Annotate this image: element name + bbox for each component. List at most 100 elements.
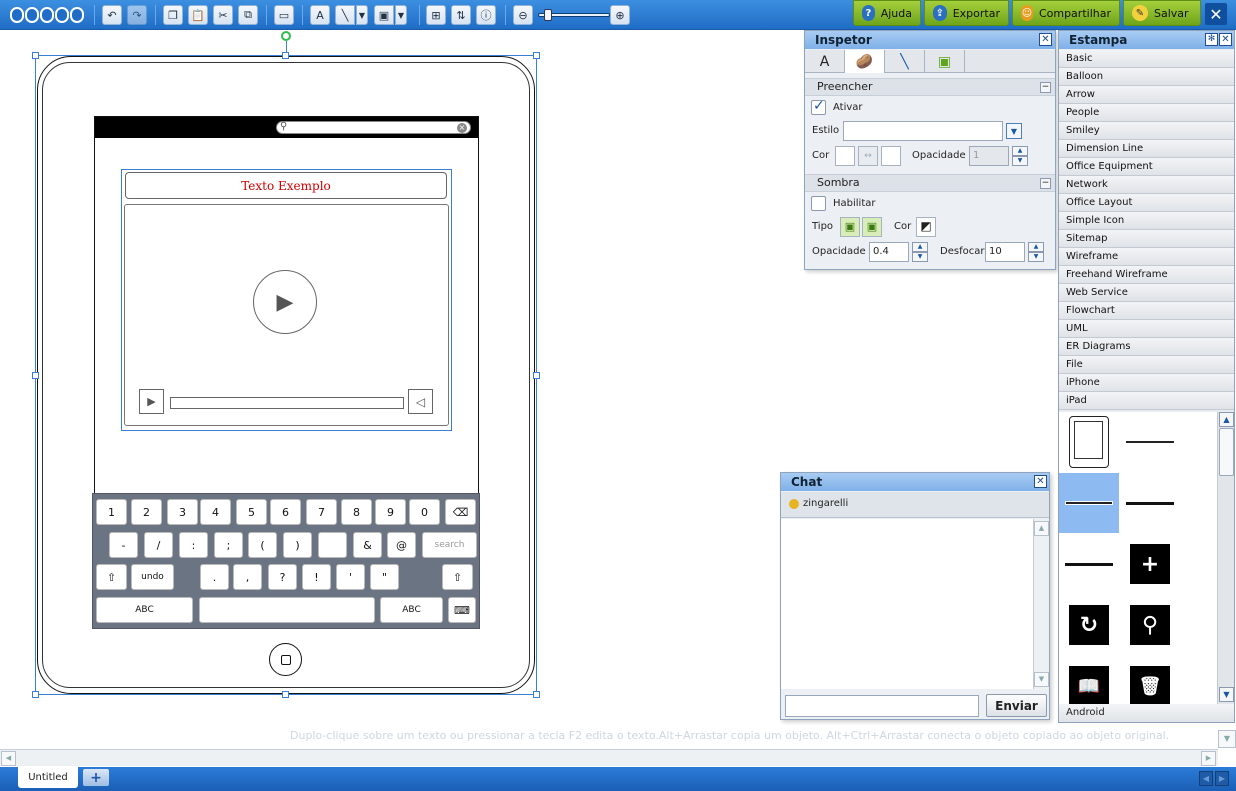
fill-opacity-stepper[interactable]: ▲ ▼ bbox=[1012, 146, 1028, 166]
stencil-search-button[interactable]: ⚲ bbox=[1120, 595, 1180, 655]
collapse-icon[interactable]: − bbox=[1040, 82, 1051, 93]
stencil-plus-button[interactable]: + bbox=[1120, 534, 1180, 594]
scroll-down-icon[interactable]: ▼ bbox=[1219, 687, 1234, 702]
export-button[interactable]: ⇪ Exportar bbox=[924, 0, 1009, 26]
resize-handle-w[interactable] bbox=[32, 372, 39, 379]
scroll-up-icon[interactable]: ▲ bbox=[1034, 521, 1049, 536]
shadow-type-2-icon[interactable]: ▣ bbox=[862, 217, 882, 237]
stencil-category-item[interactable]: Wireframe bbox=[1059, 248, 1234, 266]
stencil-category-item[interactable]: Freehand Wireframe bbox=[1059, 266, 1234, 284]
tab-text[interactable]: A bbox=[805, 50, 845, 73]
stencil-slider[interactable] bbox=[1059, 473, 1119, 533]
fill-color2-swatch[interactable] bbox=[881, 146, 901, 166]
shadow-section-header[interactable]: Sombra − bbox=[805, 174, 1055, 192]
next-sheet-icon[interactable]: ▶ bbox=[1215, 771, 1229, 786]
chat-message-input[interactable] bbox=[785, 695, 979, 717]
share-button[interactable]: ☺ Compartilhar bbox=[1012, 0, 1120, 26]
add-sheet-button[interactable]: + bbox=[83, 769, 109, 786]
group-icon[interactable]: ⊞ bbox=[426, 5, 446, 25]
scroll-down-icon[interactable]: ▼ bbox=[1034, 672, 1049, 687]
video-title[interactable]: Texto Exemplo bbox=[125, 172, 447, 199]
shadow-type-1-icon[interactable]: ▣ bbox=[840, 217, 860, 237]
close-icon[interactable]: ✕ bbox=[1034, 475, 1047, 488]
redo-icon[interactable]: ↷ bbox=[127, 5, 147, 25]
stencil-line[interactable] bbox=[1120, 412, 1180, 472]
stencil-ipad-frame[interactable] bbox=[1059, 412, 1119, 472]
scroll-down-icon[interactable]: ▼ bbox=[1218, 730, 1236, 748]
stencil-category-item[interactable]: People bbox=[1059, 104, 1234, 122]
undo-icon[interactable]: ↶ bbox=[102, 5, 122, 25]
gradient-icon[interactable]: ↔ bbox=[858, 146, 878, 166]
stencil-category-item[interactable]: Dimension Line bbox=[1059, 140, 1234, 158]
mock-search-field[interactable]: ⚲ × bbox=[276, 121, 471, 134]
cut-icon[interactable]: ✂ bbox=[213, 5, 233, 25]
line-dropdown-icon[interactable]: ▼ bbox=[356, 5, 368, 25]
shadow-blur-stepper[interactable]: ▲ ▼ bbox=[1028, 242, 1044, 262]
fill-color-swatch[interactable] bbox=[835, 146, 855, 166]
scroll-up-icon[interactable]: ▲ bbox=[1219, 412, 1234, 427]
chat-scrollbar[interactable]: ▲ ▼ bbox=[1033, 519, 1049, 689]
scroll-thumb[interactable] bbox=[1219, 428, 1234, 476]
stencil-category-item[interactable]: Arrow bbox=[1059, 86, 1234, 104]
stencil-category-item[interactable]: Sitemap bbox=[1059, 230, 1234, 248]
tab-shadow[interactable]: ▣ bbox=[925, 50, 965, 73]
stencil-trash-button[interactable]: 🗑 bbox=[1120, 656, 1180, 704]
stencil-category-item[interactable]: Smiley bbox=[1059, 122, 1234, 140]
save-button[interactable]: ✎ Salvar bbox=[1123, 0, 1201, 26]
resize-handle-ne[interactable] bbox=[533, 52, 540, 59]
shadow-color-swatch[interactable]: ◩ bbox=[916, 217, 936, 237]
scroll-right-icon[interactable]: ▶ bbox=[1201, 751, 1216, 766]
shadow-opacity-input[interactable]: 0.4 bbox=[869, 242, 909, 262]
line-icon[interactable]: ╲ bbox=[335, 5, 355, 25]
resize-handle-s[interactable] bbox=[282, 691, 289, 698]
mock-keyboard[interactable]: 1 2 3 4 5 6 7 8 9 0 ⌫ - / : ; ( ) & @ se… bbox=[92, 493, 480, 629]
horizontal-scrollbar[interactable]: ◀ ▶ bbox=[0, 749, 1218, 766]
image-dropdown-icon[interactable]: ▼ bbox=[395, 5, 407, 25]
stencil-category-item[interactable]: Basic bbox=[1059, 50, 1234, 68]
inspector-title[interactable]: Inspetor bbox=[805, 31, 1055, 49]
stencil-category-item[interactable]: Office Equipment bbox=[1059, 158, 1234, 176]
tab-line[interactable]: ╲ bbox=[885, 50, 925, 73]
stencil-category-item[interactable]: Flowchart bbox=[1059, 302, 1234, 320]
chevron-down-icon[interactable]: ▼ bbox=[1006, 123, 1022, 139]
stencil-category-item[interactable]: File bbox=[1059, 356, 1234, 374]
stencil-line-thick[interactable] bbox=[1120, 473, 1180, 533]
paste-icon[interactable]: 📋 bbox=[188, 5, 208, 25]
close-icon[interactable]: ✕ bbox=[1039, 33, 1052, 46]
text-icon[interactable]: A bbox=[310, 5, 330, 25]
rotation-handle[interactable] bbox=[281, 31, 291, 41]
chat-title[interactable]: Chat bbox=[781, 473, 1049, 491]
help-button[interactable]: ? Ajuda bbox=[853, 0, 921, 26]
zoom-in-icon[interactable]: ⊕ bbox=[610, 5, 630, 25]
ipad-home-button[interactable] bbox=[269, 643, 302, 676]
image-icon[interactable]: ▣ bbox=[374, 5, 394, 25]
stencil-category-item[interactable]: Balloon bbox=[1059, 68, 1234, 86]
send-button[interactable]: Enviar bbox=[986, 694, 1047, 717]
prev-sheet-icon[interactable]: ◀ bbox=[1199, 771, 1213, 786]
shadow-opacity-stepper[interactable]: ▲ ▼ bbox=[912, 242, 928, 262]
stencil-category-item[interactable]: Web Service bbox=[1059, 284, 1234, 302]
fill-enable-checkbox[interactable] bbox=[811, 98, 826, 115]
clone-icon[interactable]: ⧉ bbox=[238, 5, 258, 25]
resize-handle-e[interactable] bbox=[533, 372, 540, 379]
fill-style-select[interactable] bbox=[843, 121, 1003, 141]
stencil-category-item[interactable]: iPad bbox=[1059, 392, 1234, 410]
shadow-enable-checkbox[interactable] bbox=[811, 196, 826, 211]
stencil-category-item[interactable]: UML bbox=[1059, 320, 1234, 338]
shape-icon[interactable]: ▭ bbox=[274, 5, 294, 25]
stencil-category-item[interactable]: Simple Icon bbox=[1059, 212, 1234, 230]
shadow-blur-input[interactable]: 10 bbox=[985, 242, 1025, 262]
zoom-slider-handle[interactable] bbox=[544, 9, 552, 21]
close-editor-icon[interactable]: ✕ bbox=[1205, 3, 1227, 25]
resize-handle-n[interactable] bbox=[282, 52, 289, 59]
stencil-category-android[interactable]: Android bbox=[1059, 704, 1234, 722]
tab-fill[interactable]: 🥔 bbox=[845, 50, 885, 73]
fill-section-header[interactable]: Preencher − bbox=[805, 78, 1055, 96]
resize-handle-sw[interactable] bbox=[32, 691, 39, 698]
cacoo-logo[interactable] bbox=[10, 5, 84, 25]
fill-opacity-input[interactable]: 1 bbox=[969, 146, 1009, 166]
stencil-refresh-button[interactable]: ↻ bbox=[1059, 595, 1119, 655]
stencil-category-item[interactable]: iPhone bbox=[1059, 374, 1234, 392]
copy-icon[interactable]: ❐ bbox=[163, 5, 183, 25]
collapse-icon[interactable]: − bbox=[1040, 178, 1051, 189]
